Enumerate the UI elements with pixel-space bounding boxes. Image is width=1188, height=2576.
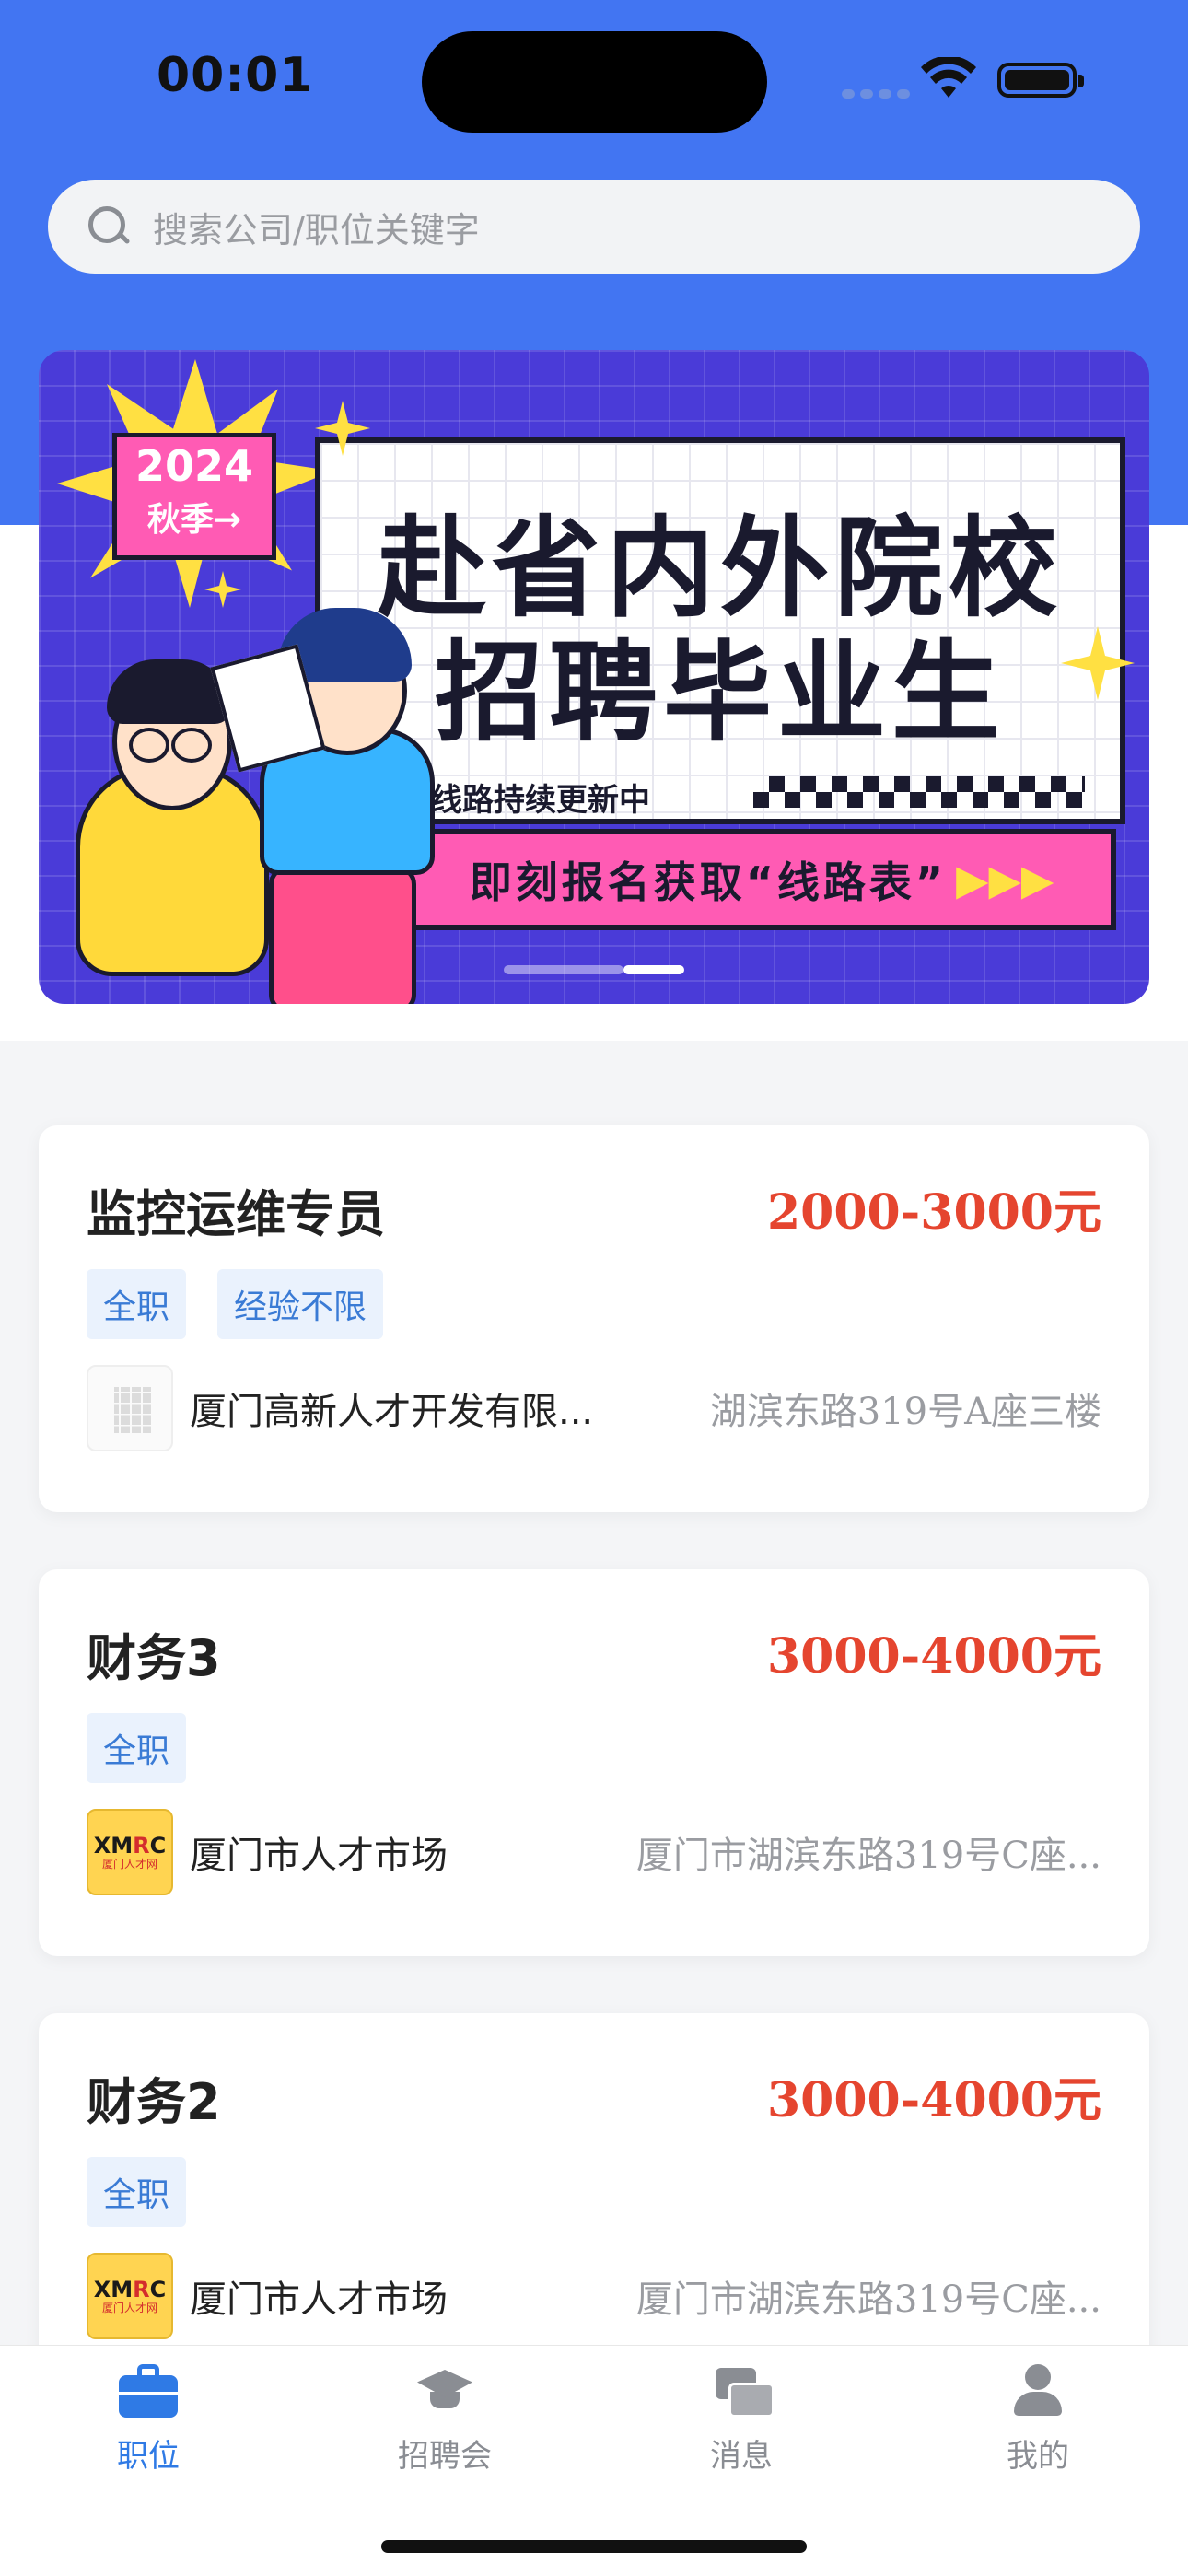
tab-label: 我的 (1007, 2438, 1069, 2475)
user-icon (1008, 2364, 1067, 2418)
search-placeholder: 搜索公司/职位关键字 (153, 209, 480, 251)
cta-arrows-icon: ▶▶▶ (956, 855, 1054, 904)
job-tags: 全职 (87, 1713, 187, 1783)
status-time: 00:01 (157, 48, 314, 103)
company-address: 厦门市湖滨东路319号C座... (635, 2279, 1101, 2321)
badge-year: 2024 (134, 441, 254, 491)
job-tag: 全职 (87, 1713, 187, 1783)
job-card[interactable]: 财务2 3000-4000元 全职 XMRC 厦门人才网 厦门市人才市场 厦门市… (39, 2013, 1149, 2400)
banner-cta-text: 即刻报名获取“线路表” (469, 857, 948, 907)
job-tags: 全职 经验不限 (87, 1269, 384, 1339)
carousel-dot-active[interactable] (623, 965, 684, 974)
banner-subtitle: 线路持续更新中 (431, 782, 650, 819)
job-salary: 3000-4000元 (766, 1628, 1101, 1684)
section-divider (0, 1041, 1188, 1076)
tab-jobs[interactable]: 职位 (0, 2364, 297, 2476)
tab-job-fair[interactable]: 招聘会 (297, 2364, 593, 2476)
job-tags: 全职 (87, 2157, 187, 2227)
search-bar[interactable]: 搜索公司/职位关键字 (48, 180, 1140, 274)
tab-messages[interactable]: 消息 (593, 2364, 890, 2476)
company-name: 厦门市人才市场 (190, 2279, 448, 2321)
job-tag: 全职 (87, 2157, 187, 2227)
dynamic-island (422, 31, 767, 133)
job-card[interactable]: 监控运维专员 2000-3000元 全职 经验不限 厦门高新人才开发有限... … (39, 1125, 1149, 1512)
badge-season: 秋季→ (146, 501, 242, 539)
job-title: 监控运维专员 (87, 1185, 385, 1243)
cellular-signal-icon (842, 85, 915, 102)
carousel-dot[interactable] (504, 965, 623, 974)
wifi-icon (921, 57, 976, 98)
company-address: 厦门市湖滨东路319号C座... (635, 1835, 1101, 1877)
search-icon (87, 204, 131, 249)
graduation-cap-icon (415, 2364, 474, 2418)
company-row[interactable]: 厦门高新人才开发有限... 湖滨东路319号A座三楼 (87, 1365, 1101, 1451)
carousel-indicator (504, 965, 684, 974)
company-row[interactable]: XMRC 厦门人才网 厦门市人才市场 厦门市湖滨东路319号C座... (87, 2253, 1101, 2339)
job-salary: 3000-4000元 (766, 2072, 1101, 2128)
tab-label: 消息 (710, 2438, 773, 2475)
checker-decoration (753, 776, 1085, 808)
promo-banner[interactable]: 2024 秋季→ 赴省内外院校 招聘毕业生 线路持续更新中 即刻报名获取“线路表… (39, 350, 1149, 1004)
xmrc-logo: XMRC 厦门人才网 (87, 2253, 173, 2339)
briefcase-icon (119, 2364, 178, 2418)
company-address: 湖滨东路319号A座三楼 (709, 1391, 1101, 1433)
job-salary: 2000-3000元 (766, 1184, 1101, 1241)
status-bar: 00:01 (0, 0, 1188, 138)
tab-label: 职位 (117, 2438, 180, 2475)
job-tag: 全职 (87, 1269, 187, 1339)
job-tag: 经验不限 (217, 1269, 384, 1339)
job-title: 财务3 (87, 1629, 221, 1687)
sparkle-icon (204, 571, 241, 608)
job-card[interactable]: 财务3 3000-4000元 全职 XMRC 厦门人才网 厦门市人才市场 厦门市… (39, 1569, 1149, 1956)
company-name: 厦门高新人才开发有限... (190, 1391, 594, 1433)
tab-label: 招聘会 (398, 2438, 492, 2475)
year-badge: 2024 秋季→ (112, 433, 276, 560)
company-row[interactable]: XMRC 厦门人才网 厦门市人才市场 厦门市湖滨东路319号C座... (87, 1809, 1101, 1895)
banner-board: 赴省内外院校 招聘毕业生 线路持续更新中 (315, 437, 1125, 824)
chat-bubbles-icon (712, 2364, 775, 2418)
job-title: 财务2 (87, 2073, 221, 2131)
home-indicator[interactable] (381, 2540, 807, 2553)
banner-cta[interactable]: 即刻报名获取“线路表” ▶▶▶ (407, 829, 1116, 930)
banner-headline-2: 招聘毕业生 (434, 629, 1006, 756)
building-icon (87, 1365, 173, 1451)
xmrc-logo: XMRC 厦门人才网 (87, 1809, 173, 1895)
battery-icon (997, 63, 1084, 98)
company-name: 厦门市人才市场 (190, 1835, 448, 1877)
tab-profile[interactable]: 我的 (890, 2364, 1186, 2476)
